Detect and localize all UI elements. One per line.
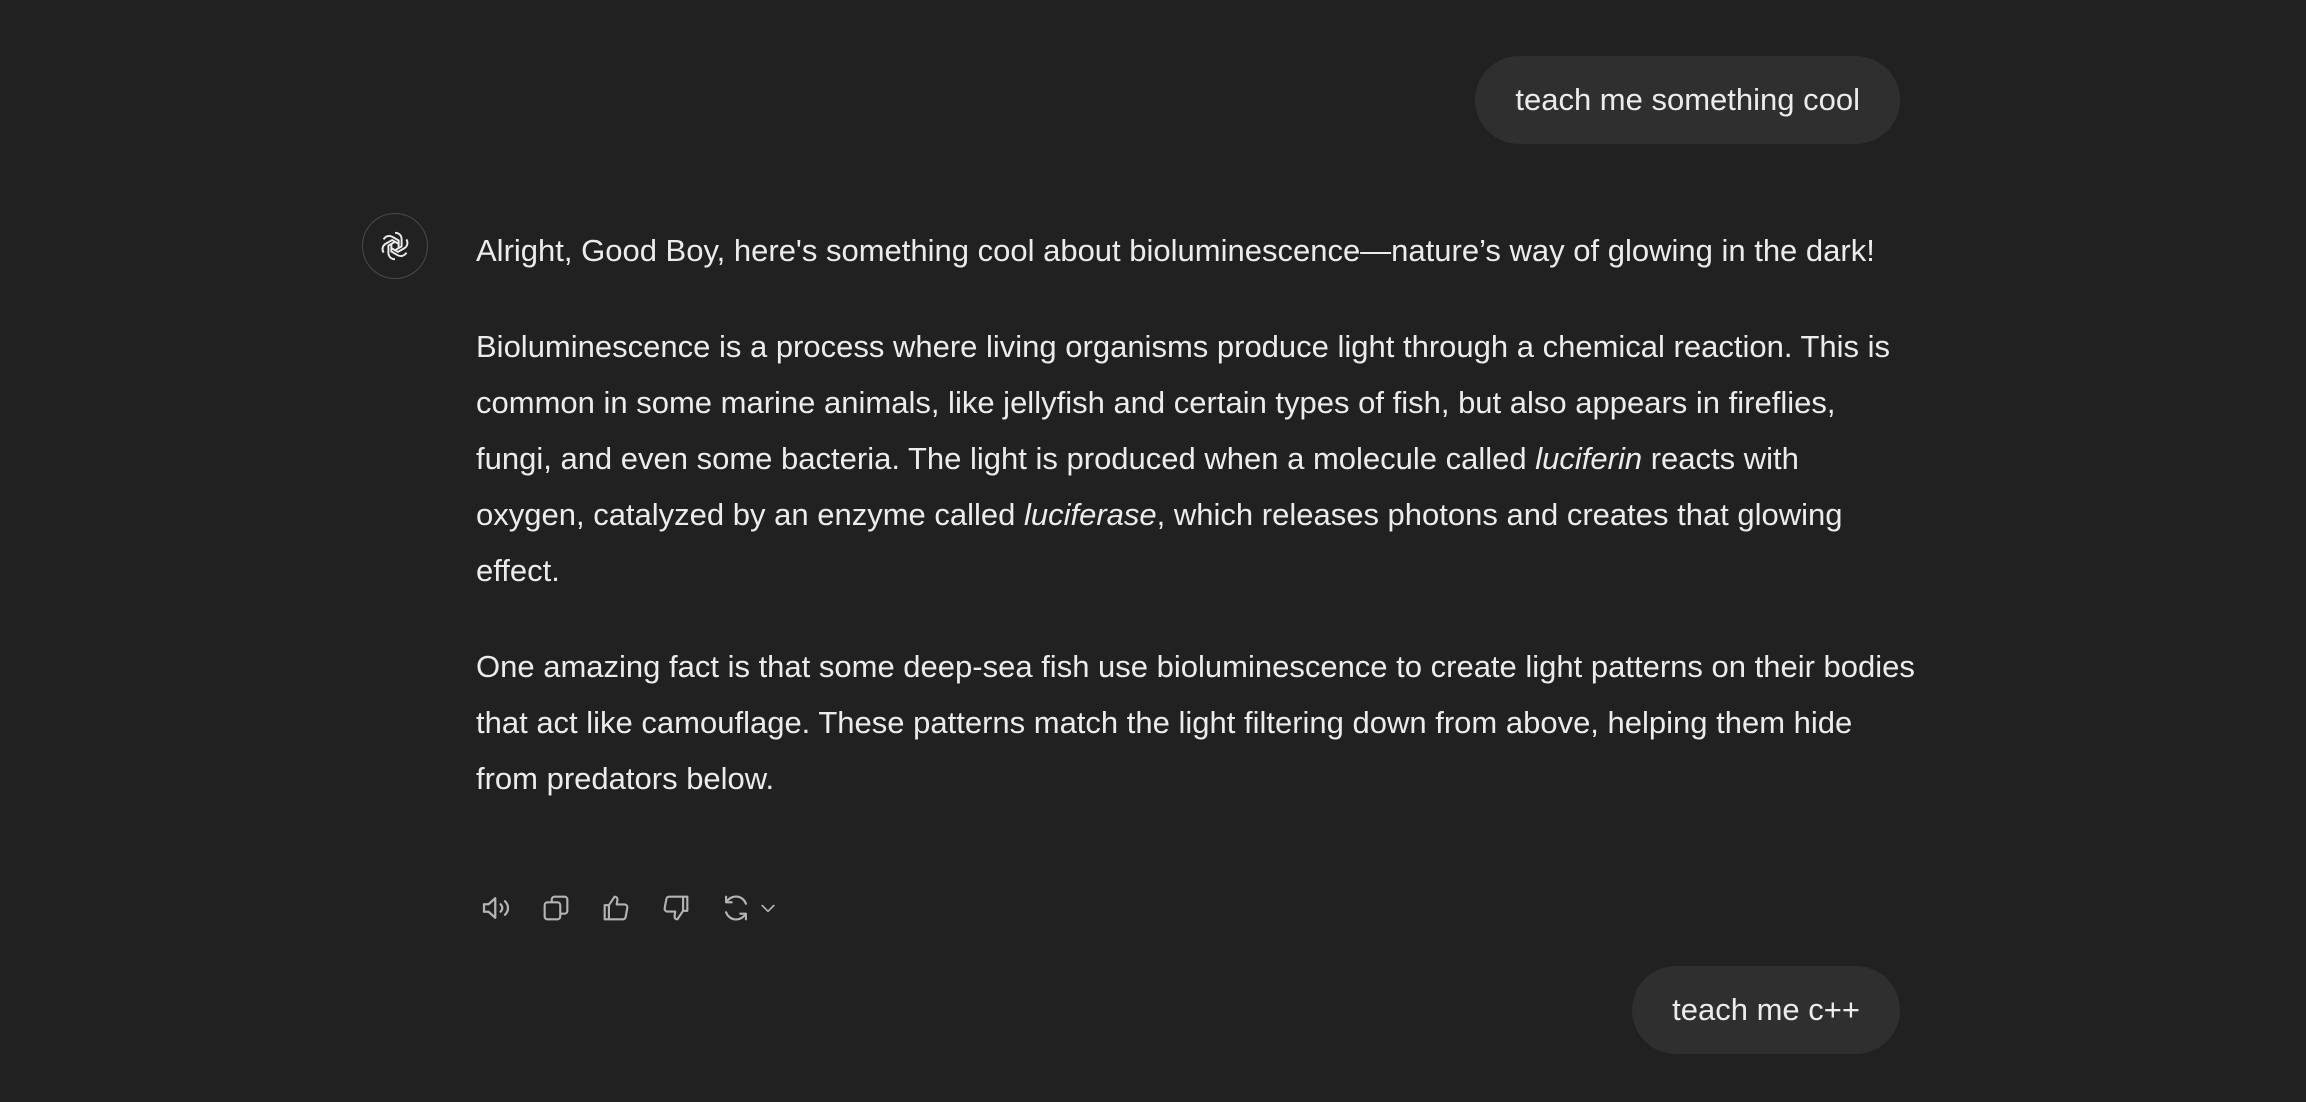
user-message-text: teach me something cool xyxy=(1515,82,1860,117)
refresh-icon xyxy=(725,895,747,921)
assistant-avatar xyxy=(362,213,428,279)
assistant-message: Alright, Good Boy, here's something cool… xyxy=(476,223,1916,807)
copy-button[interactable] xyxy=(536,888,576,928)
user-message: teach me c++ xyxy=(1632,966,1900,1054)
chevron-down-icon xyxy=(761,904,775,913)
user-message: teach me something cool xyxy=(1475,56,1900,144)
openai-logo-icon xyxy=(381,231,409,261)
copy-icon xyxy=(543,895,569,921)
chat-page: teach me something cool Alright, Good Bo… xyxy=(0,0,2306,1102)
assistant-paragraph: Alright, Good Boy, here's something cool… xyxy=(476,233,1875,268)
good-response-button[interactable] xyxy=(596,888,636,928)
message-actions xyxy=(476,888,780,928)
assistant-paragraph: Bioluminescence is a process where livin… xyxy=(476,319,1916,599)
thumbs-down-icon xyxy=(663,895,689,921)
regenerate-icon-wrap[interactable] xyxy=(716,888,756,928)
bad-response-button[interactable] xyxy=(656,888,696,928)
assistant-paragraph: One amazing fact is that some deep-sea f… xyxy=(476,649,1915,796)
user-message-text: teach me c++ xyxy=(1672,992,1860,1027)
read-aloud-button[interactable] xyxy=(476,888,516,928)
more-options-chevron[interactable] xyxy=(756,888,780,928)
emphasis-text: luciferin xyxy=(1535,441,1643,476)
emphasis-text: luciferase xyxy=(1023,497,1157,532)
speaker-icon xyxy=(482,897,510,919)
thumbs-up-icon xyxy=(603,895,629,921)
regenerate-button[interactable] xyxy=(716,888,780,928)
